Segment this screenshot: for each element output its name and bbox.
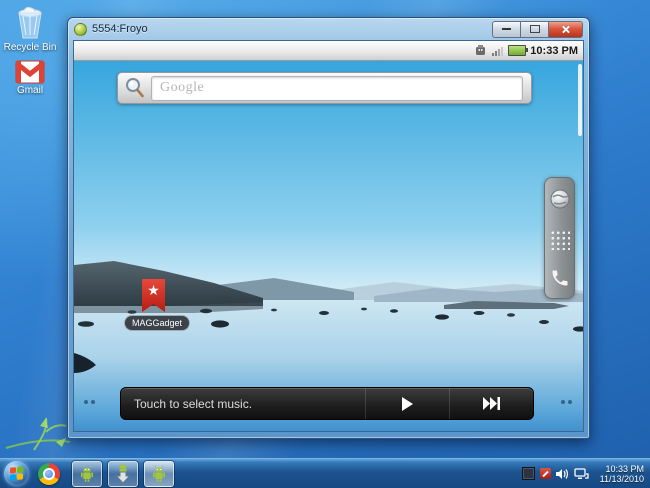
minimize-button[interactable]	[492, 20, 520, 38]
windows-flag-icon	[10, 466, 23, 481]
google-search-widget[interactable]	[117, 72, 532, 104]
desktop-icon-label: Recycle Bin	[3, 42, 57, 53]
app-drawer-icon[interactable]	[549, 228, 570, 250]
system-tray: 10:33 PM 11/13/2010	[521, 464, 646, 484]
desktop-icon-gmail[interactable]: Gmail	[3, 60, 57, 96]
phone-icon[interactable]	[550, 268, 570, 288]
emulator-screen: 10:33 PM Google ★ MAGGadget Touch to sel…	[73, 40, 584, 432]
tray-app-icon[interactable]	[521, 467, 535, 480]
window-titlebar[interactable]: 5554:Froyo	[68, 18, 589, 40]
tray-alert-icon[interactable]	[539, 468, 551, 479]
music-widget: Touch to select music.	[120, 387, 534, 420]
windows-desktop: Recycle Bin Gmail 5554:Froyo 10:33 PM Go…	[0, 0, 650, 488]
music-prompt[interactable]: Touch to select music.	[121, 388, 365, 419]
android-robot-icon	[81, 464, 93, 482]
star-icon: ★	[147, 282, 160, 298]
clock-date: 11/13/2010	[599, 473, 644, 484]
close-button[interactable]	[548, 20, 583, 38]
gmail-icon	[15, 60, 45, 84]
emulator-window: 5554:Froyo 10:33 PM Google ★ MAGGadget T…	[67, 17, 590, 439]
clock-time: 10:33 PM	[605, 463, 644, 474]
chrome-taskbar-icon[interactable]	[38, 462, 60, 485]
usb-debug-icon	[476, 45, 486, 55]
signal-bars-icon	[492, 47, 504, 56]
volume-icon[interactable]	[555, 468, 569, 480]
desktop-icon-label: Gmail	[16, 85, 44, 96]
taskbar-button-avd[interactable]	[143, 459, 175, 488]
android-status-bar: 10:33 PM	[74, 41, 583, 61]
maximize-button[interactable]	[520, 20, 548, 38]
screen-scrollbar[interactable]	[578, 64, 582, 136]
browser-globe-icon[interactable]	[549, 188, 571, 210]
taskbar-button-emulator[interactable]	[71, 459, 103, 488]
android-robot-icon	[153, 464, 165, 482]
play-icon	[402, 396, 413, 411]
taskbar-clock[interactable]: 10:33 PM 11/13/2010	[600, 464, 644, 484]
maggadget-shortcut-label[interactable]: MAGGadget	[124, 315, 191, 331]
windows-taskbar: 10:33 PM 11/13/2010	[0, 458, 650, 488]
android-download-icon	[115, 464, 131, 484]
close-icon	[561, 25, 570, 34]
skip-next-button[interactable]	[449, 388, 533, 419]
search-magnifier-icon	[126, 78, 144, 98]
network-icon[interactable]	[573, 467, 589, 480]
search-input[interactable]	[151, 75, 523, 101]
battery-icon	[508, 45, 529, 56]
lake-wallpaper	[74, 61, 583, 431]
play-button[interactable]	[365, 388, 449, 419]
window-controls	[492, 20, 583, 38]
desktop-icon-recycle-bin[interactable]: Recycle Bin	[3, 5, 57, 53]
maximize-icon	[529, 25, 540, 33]
home-page-indicator-right[interactable]	[561, 400, 572, 404]
recycle-bin-icon	[18, 6, 42, 39]
start-button[interactable]	[4, 461, 29, 486]
android-app-icon	[74, 22, 87, 36]
window-title: 5554:Froyo	[92, 23, 148, 35]
taskbar-button-sdk-manager[interactable]	[107, 459, 139, 488]
launcher-tab	[544, 177, 575, 299]
android-home-screen: ★ MAGGadget Touch to select music.	[74, 61, 583, 431]
status-bar-clock: 10:33 PM	[530, 44, 578, 57]
minimize-icon	[502, 28, 511, 30]
skip-next-icon	[482, 397, 500, 410]
home-page-indicator-left[interactable]	[84, 400, 95, 404]
